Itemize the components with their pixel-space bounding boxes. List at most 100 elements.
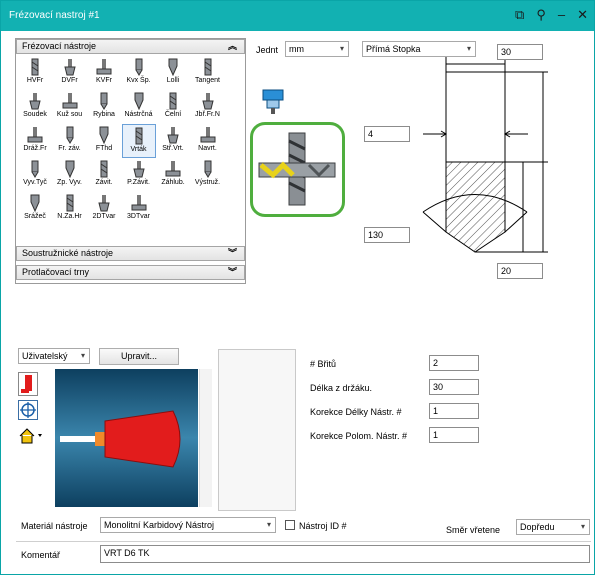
tool-type-label: Soudek [23, 111, 47, 118]
tool-type-22[interactable]: Záhlub. [156, 158, 190, 192]
flute-length-input[interactable]: 20 [497, 263, 543, 279]
length-offset-input[interactable]: 1 [429, 403, 479, 419]
preview-scrollbar[interactable] [199, 369, 212, 507]
radius-offset-input[interactable]: 1 [429, 427, 479, 443]
material-value: Monolitní Karbidový Nástroj [104, 520, 215, 530]
tool-type-label: 3DTvar [127, 213, 150, 220]
tool-shape-icon [204, 160, 211, 178]
tool-assembly-icon[interactable] [259, 88, 289, 115]
tool-type-label: Čelní [164, 111, 182, 118]
tool-type-19[interactable]: Zp. Vyv. [53, 158, 87, 192]
material-select[interactable]: Monolitní Karbidový Nástroj ▾ [100, 517, 276, 533]
pin-icon[interactable]: ⚲ [536, 8, 546, 21]
tool-type-label: Zp. Vyv. [57, 179, 82, 186]
length-label: Délka z držáku. [310, 383, 373, 393]
tool-type-27[interactable]: 3DTvar [122, 192, 156, 226]
section-milling-tools[interactable]: Frézovací nástroje ︽ [16, 39, 245, 54]
tool-type-label: Záhlub. [161, 179, 185, 186]
chevron-down-icon: ▾ [266, 520, 271, 529]
section-broaching-tools[interactable]: Protlačovací trny ︾ [16, 265, 245, 280]
point-angle-value: 130 [368, 230, 384, 240]
holder-red-icon[interactable] [18, 372, 38, 396]
tool-type-label: P.Závit. [127, 179, 150, 186]
tool-id-label: Nástroj ID # [299, 521, 347, 531]
radius-offset-value: 1 [433, 430, 439, 440]
tool-type-13[interactable]: Fr. záv. [53, 124, 87, 158]
section-turning-label: Soustružnické nástroje [22, 248, 114, 258]
spindle-label: Směr vřetene [446, 525, 501, 535]
tool-shape-icon [66, 194, 73, 212]
comment-input[interactable]: VRT D6 TK [100, 545, 590, 563]
minimize-icon[interactable]: – [558, 8, 565, 21]
chevron-down-icon: ︾ [227, 267, 237, 277]
tool-type-4[interactable]: Lolli [156, 56, 190, 90]
tool-type-6[interactable]: Soudek [18, 90, 52, 124]
tool-type-12[interactable]: Dráž.Fr [18, 124, 52, 158]
tool-type-8[interactable]: Rybina [87, 90, 121, 124]
tool-type-3[interactable]: Kvx Šp. [122, 56, 156, 90]
tool-type-26[interactable]: 2DTvar [87, 192, 121, 226]
tool-shape-icon [27, 127, 43, 143]
tool-type-24[interactable]: Srážeč [18, 192, 52, 226]
tool-shape-icon [29, 93, 41, 110]
units-select[interactable]: mm ▾ [285, 41, 349, 57]
tool-shape-icon [132, 161, 145, 178]
tool-shape-icon [200, 127, 215, 143]
tool-shape-icon [100, 92, 108, 110]
tool-type-7[interactable]: Kuž sou [53, 90, 87, 124]
tool-type-1[interactable]: DVFr [53, 56, 87, 90]
tool-type-20[interactable]: Závit. [87, 158, 121, 192]
tool-shape-icon [135, 58, 142, 76]
tool-type-2[interactable]: KVFr [87, 56, 121, 90]
spindle-direction-select[interactable]: Dopředu ▾ [516, 519, 590, 535]
tool-shape-icon [98, 195, 110, 212]
chevron-down-icon: ▾ [580, 522, 585, 531]
tool-type-15[interactable]: Vrták [121, 124, 156, 158]
tool-type-23[interactable]: Výstruž. [191, 158, 225, 192]
flutes-input[interactable]: 2 [429, 355, 479, 371]
tool-shape-icon [131, 195, 146, 211]
crosshair-icon[interactable] [18, 400, 38, 420]
tool-type-21[interactable]: P.Závit. [122, 158, 156, 192]
close-icon[interactable]: ✕ [577, 8, 588, 21]
overall-length-input[interactable]: 30 [497, 44, 543, 60]
chevron-up-icon: ︽ [227, 41, 237, 51]
length-input[interactable]: 30 [429, 379, 479, 395]
tool-type-11[interactable]: Jbř.Fr.N [191, 90, 225, 124]
tool-type-16[interactable]: Stř.Vrt. [156, 124, 190, 158]
tool-id-checkbox[interactable] [285, 520, 295, 530]
tool-type-9[interactable]: Nástrčná [122, 90, 156, 124]
holder-side-toolbar [18, 372, 52, 452]
units-label: Jednt [256, 45, 279, 55]
tool-type-18[interactable]: Vyv.Tyč [18, 158, 52, 192]
tool-type-label: KVFr [96, 77, 112, 84]
tool-type-label: FThd [95, 145, 113, 152]
tool-shape-icon [99, 126, 109, 144]
tool-type-5[interactable]: Tangent [191, 56, 225, 90]
tool-type-17[interactable]: Navrt. [191, 124, 225, 158]
tool-type-0[interactable]: HVFr [18, 56, 52, 90]
diameter-input[interactable]: 4 [364, 126, 410, 142]
tool-type-14[interactable]: FThd [87, 124, 121, 158]
edit-holder-button[interactable]: Upravit... [99, 348, 179, 365]
tool-type-label: Stř.Vrt. [162, 145, 184, 152]
tool-shape-icon [168, 58, 178, 76]
shank-type-value: Přímá Stopka [366, 44, 421, 54]
window-layout-icon[interactable]: ⧉ [515, 8, 524, 21]
tool-type-10[interactable]: Čelní [156, 90, 190, 124]
material-label: Materiál nástroje [21, 521, 88, 531]
units-value: mm [289, 44, 304, 54]
tool-type-label: Kuž sou [56, 111, 83, 118]
section-turning-tools[interactable]: Soustružnické nástroje ︾ [16, 246, 245, 261]
tool-type-label: HVFr [26, 77, 44, 84]
point-angle-input[interactable]: 130 [364, 227, 410, 243]
tool-shape-icon [100, 160, 108, 178]
home-view-icon[interactable] [18, 426, 46, 446]
length-value: 30 [433, 382, 444, 392]
holder-type-select[interactable]: Uživatelský ▾ [18, 348, 90, 364]
tool-type-25[interactable]: N.Za.Hr [53, 192, 87, 226]
tool-shape-icon [63, 59, 76, 76]
shank-type-select[interactable]: Přímá Stopka ▾ [362, 41, 476, 57]
flutes-label: # Břitů [310, 359, 337, 369]
tool-shape-icon [135, 127, 142, 145]
